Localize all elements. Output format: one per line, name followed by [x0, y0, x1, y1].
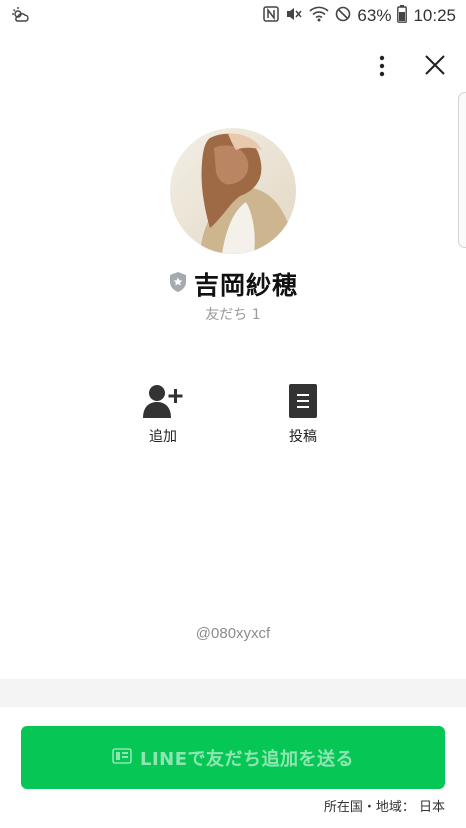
- weather-icon: [10, 6, 30, 28]
- close-icon: [424, 54, 446, 80]
- line-id: @080xyxcf: [195, 625, 271, 642]
- battery-percent: 63%: [357, 6, 392, 25]
- cta-label: LINEで友だち追加を送る: [139, 748, 355, 770]
- posts-button[interactable]: 投稿: [263, 382, 343, 446]
- more-button[interactable]: [368, 54, 396, 82]
- nfc-icon: [263, 6, 280, 26]
- more-vertical-icon: [379, 55, 385, 81]
- avatar: [170, 128, 296, 254]
- add-friend-label: 追加: [149, 429, 177, 445]
- mute-icon: [285, 6, 303, 26]
- profile-name-row: 吉岡紗穂: [0, 266, 466, 302]
- dnd-icon: [335, 6, 351, 26]
- region-info: 所在国・地域： 日本: [323, 800, 445, 815]
- posts-label: 投稿: [289, 429, 317, 445]
- post-icon: [263, 382, 343, 420]
- status-bar: 63% 10:25: [0, 0, 466, 32]
- wifi-icon: [309, 6, 329, 26]
- add-friend-on-line-button[interactable]: LINEで友だち追加を送る: [21, 726, 445, 789]
- close-button[interactable]: [420, 52, 450, 82]
- line-logo-icon: [112, 747, 132, 768]
- edge-panel-handle[interactable]: [458, 92, 466, 248]
- profile-name: 吉岡紗穂: [193, 271, 298, 300]
- add-friend-icon: [123, 382, 203, 420]
- section-divider: [0, 679, 466, 707]
- clock: 10:25: [413, 6, 456, 25]
- battery-icon: [397, 5, 408, 27]
- official-shield-icon: [168, 271, 188, 297]
- friends-count: 友だち 1: [205, 307, 261, 323]
- add-friend-button[interactable]: 追加: [123, 382, 203, 446]
